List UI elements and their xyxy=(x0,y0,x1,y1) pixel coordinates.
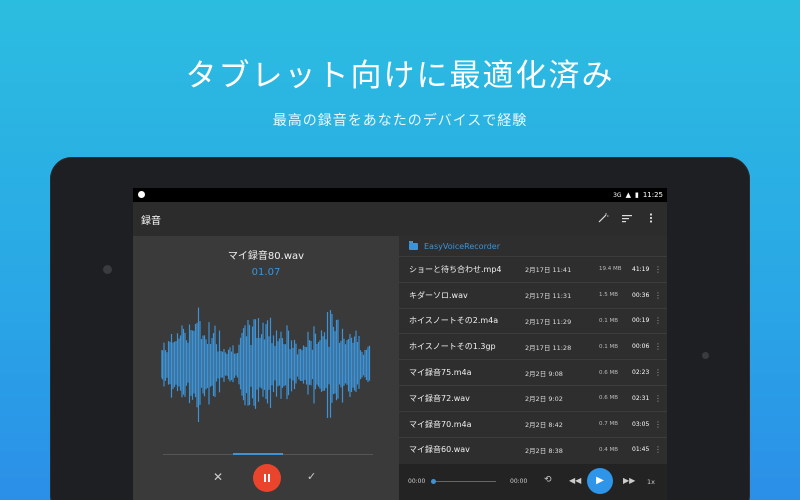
file-name: キダーソロ.wav xyxy=(409,290,468,300)
recording-elapsed-time: 01.07 xyxy=(251,267,281,278)
file-size: 0.1 MB xyxy=(599,343,619,350)
file-more-icon[interactable]: ⋮ xyxy=(654,445,662,454)
file-date: 2月2日 9:08 xyxy=(525,369,563,378)
file-duration: 03:05 xyxy=(632,420,650,428)
sort-icon[interactable] xyxy=(621,212,633,224)
app-title: 録音 xyxy=(141,215,161,227)
playback-speed[interactable]: 1x xyxy=(647,478,655,486)
file-date: 2月17日 11:31 xyxy=(525,292,572,301)
playback-end-time: 00:00 xyxy=(510,478,528,485)
check-button[interactable]: ✓ xyxy=(307,470,316,483)
app-bar: 録音 xyxy=(133,202,667,236)
waveform-position xyxy=(233,453,283,455)
file-date: 2月17日 11:28 xyxy=(525,343,572,352)
playback-bar: 00:00 00:00 ⟲ ◀◀ ▶ ▶▶ 1x xyxy=(399,464,667,500)
folder-name: EasyVoiceRecorder xyxy=(424,241,500,251)
file-date: 2月2日 8:42 xyxy=(525,421,563,430)
recording-file-name: マイ録音80.wav xyxy=(227,251,305,262)
seek-handle[interactable] xyxy=(431,479,436,484)
cancel-button[interactable]: ✕ xyxy=(213,470,223,484)
file-list-item[interactable]: マイ録音70.m4a 2月2日 8:42 0.7 MB 03:05 ⋮ xyxy=(399,410,667,437)
file-list-item[interactable]: マイ録音72.wav 2月2日 9:02 0.6 MB 02:31 ⋮ xyxy=(399,384,667,411)
file-name: ホイスノートその2.m4a xyxy=(409,316,499,326)
fast-forward-icon[interactable]: ▶▶ xyxy=(623,476,635,485)
folder-icon xyxy=(409,240,418,250)
file-date: 2月2日 9:02 xyxy=(525,395,563,404)
playback-seekbar[interactable] xyxy=(433,481,496,482)
file-duration: 00:06 xyxy=(632,343,650,351)
file-more-icon[interactable]: ⋮ xyxy=(654,316,662,325)
file-date: 2月17日 11:41 xyxy=(525,266,572,275)
file-more-icon[interactable]: ⋮ xyxy=(654,420,662,429)
app-screen: 3G ▲ ▮ 11:25 録音 マイ録音80.wav 01.07 ✕ ✓ Eas… xyxy=(133,188,667,500)
folder-header[interactable]: EasyVoiceRecorder xyxy=(399,236,667,256)
file-name: マイ録音72.wav xyxy=(409,393,470,403)
file-list-item[interactable]: マイ録音75.m4a 2月2日 9:08 0.6 MB 02:23 ⋮ xyxy=(399,359,667,385)
file-date: 2月17日 11:29 xyxy=(525,317,572,326)
signal-label: 3G xyxy=(613,191,622,199)
file-size: 19.4 MB xyxy=(599,266,622,273)
signal-icon: ▲ xyxy=(625,191,631,199)
pause-button[interactable] xyxy=(253,464,281,492)
file-date: 2月2日 8:38 xyxy=(525,446,563,455)
battery-icon: ▮ xyxy=(634,191,639,199)
file-more-icon[interactable]: ⋮ xyxy=(654,368,662,377)
file-duration: 00:36 xyxy=(632,291,650,299)
magic-wand-icon[interactable] xyxy=(597,212,609,224)
file-list-item[interactable]: ショーと待ち合わせ.mp4 2月17日 11:41 19.4 MB 41:19 ⋮ xyxy=(399,256,667,282)
file-list-pane: EasyVoiceRecorder ショーと待ち合わせ.mp4 2月17日 11:… xyxy=(399,236,667,500)
file-duration: 41:19 xyxy=(632,265,650,273)
file-name: ホイスノートその1.3gp xyxy=(409,342,496,352)
file-size: 1.5 MB xyxy=(599,292,619,299)
file-size: 0.7 MB xyxy=(599,421,619,428)
file-more-icon[interactable]: ⋮ xyxy=(654,394,662,403)
status-time: 11:25 xyxy=(642,191,663,199)
file-name: マイ録音60.wav xyxy=(409,445,470,455)
file-size: 0.4 MB xyxy=(599,446,619,453)
file-duration: 02:23 xyxy=(632,369,650,377)
file-name: ショーと待ち合わせ.mp4 xyxy=(409,264,502,274)
file-duration: 02:31 xyxy=(632,394,650,402)
recorder-pane: マイ録音80.wav 01.07 ✕ ✓ xyxy=(133,236,399,500)
promo-subline: 最高の録音をあなたのデバイスで経験 xyxy=(272,113,528,129)
file-duration: 00:19 xyxy=(632,317,650,325)
file-name: マイ録音75.m4a xyxy=(409,368,472,378)
file-more-icon[interactable]: ⋮ xyxy=(654,265,662,274)
file-size: 0.1 MB xyxy=(599,317,619,324)
notification-dot-icon xyxy=(138,191,145,198)
pause-icon xyxy=(264,474,266,482)
play-button[interactable]: ▶ xyxy=(587,468,613,494)
file-more-icon[interactable]: ⋮ xyxy=(654,291,662,300)
playback-current-time: 00:00 xyxy=(408,478,426,485)
repeat-icon[interactable]: ⟲ xyxy=(544,475,552,485)
front-camera xyxy=(103,265,112,274)
file-name: マイ録音70.m4a xyxy=(409,419,472,429)
file-list-item[interactable]: キダーソロ.wav 2月17日 11:31 1.5 MB 00:36 ⋮ xyxy=(399,281,667,308)
file-list-item[interactable]: マイ録音60.wav 2月2日 8:38 0.4 MB 01:45 ⋮ xyxy=(399,436,667,463)
file-list-item[interactable]: ホイスノートその1.3gp 2月17日 11:28 0.1 MB 00:06 ⋮ xyxy=(399,333,667,359)
file-size: 0.6 MB xyxy=(599,369,619,376)
status-bar: 3G ▲ ▮ 11:25 xyxy=(133,188,667,202)
waveform xyxy=(161,307,371,423)
file-duration: 01:45 xyxy=(632,446,650,454)
rewind-icon[interactable]: ◀◀ xyxy=(569,476,581,485)
promo-headline: タブレット向けに最適化済み xyxy=(185,58,615,94)
sensor xyxy=(702,352,709,359)
file-list-item[interactable]: ホイスノートその2.m4a 2月17日 11:29 0.1 MB 00:19 ⋮ xyxy=(399,307,667,334)
more-vert-icon[interactable] xyxy=(645,212,657,224)
file-more-icon[interactable]: ⋮ xyxy=(654,342,662,351)
pause-icon-bar xyxy=(268,474,270,482)
file-size: 0.6 MB xyxy=(599,395,619,402)
